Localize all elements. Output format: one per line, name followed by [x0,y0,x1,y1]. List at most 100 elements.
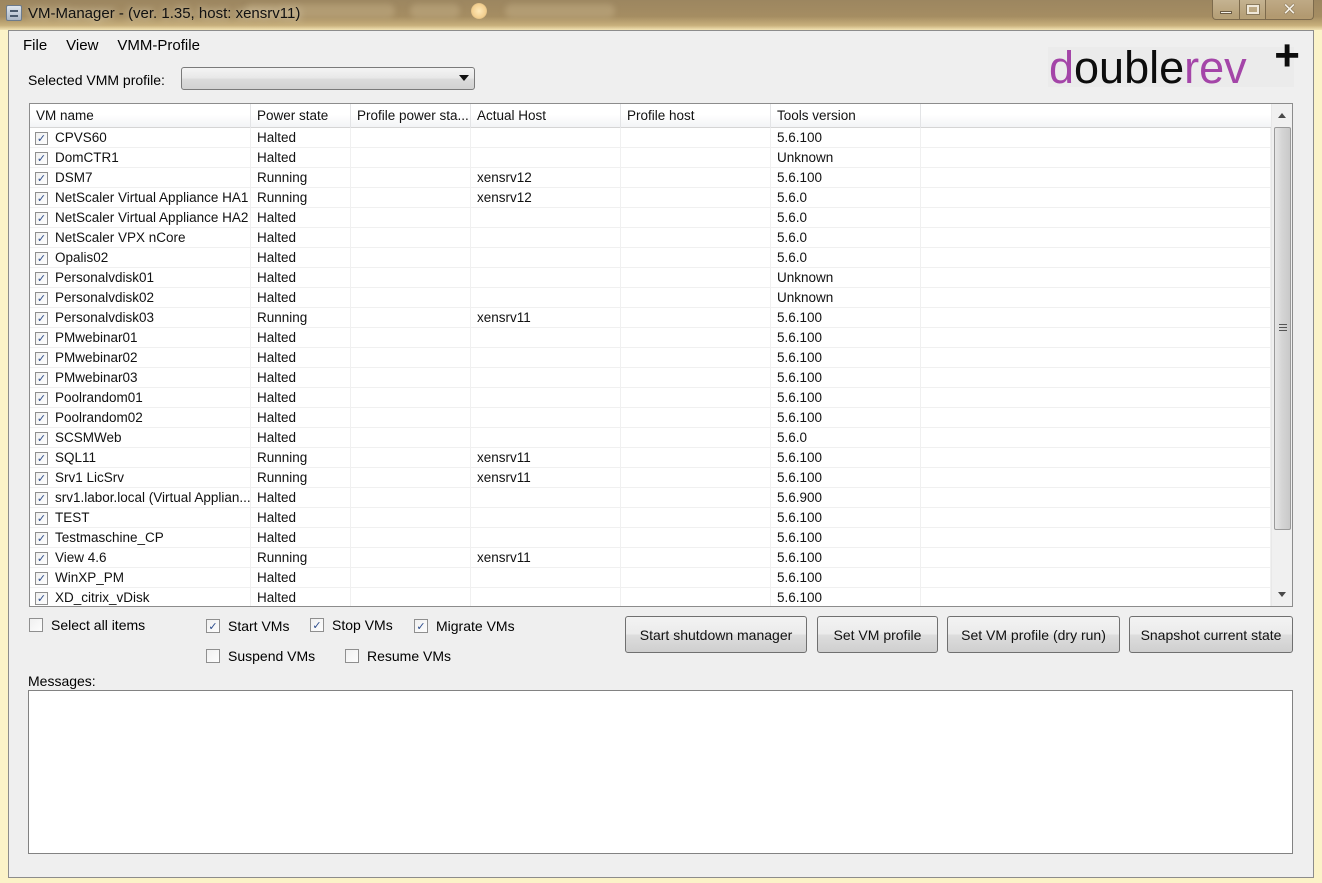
vm-name-cell[interactable]: ✓ PMwebinar01 [30,328,251,348]
vm-name-cell[interactable]: ✓ CPVS60 [30,128,251,148]
row-checkbox[interactable]: ✓ [35,391,48,405]
table-row[interactable]: ✓ NetScaler Virtual Appliance HA1 Running x… [30,188,1271,208]
table-row[interactable]: ✓ SQL11 Running xensrv11 5.6.100 [30,448,1271,468]
row-checkbox[interactable]: ✓ [35,271,48,285]
row-checkbox[interactable]: ✓ [35,311,48,325]
vm-name-cell[interactable]: ✓ SQL11 [30,448,251,468]
vm-name-cell[interactable]: ✓ WinXP_PM [30,568,251,588]
vm-name-cell[interactable]: ✓ Opalis02 [30,248,251,268]
row-checkbox[interactable]: ✓ [35,451,48,465]
column-header-profile-host[interactable]: Profile host [621,104,771,128]
checkbox-box[interactable]: ✓ [29,618,43,632]
scroll-down-arrow-icon[interactable] [1275,586,1289,602]
row-checkbox[interactable]: ✓ [35,211,48,225]
column-header-tools-version[interactable]: Tools version [771,104,921,128]
table-row[interactable]: ✓ Srv1 LicSrv Running xensrv11 5.6.100 [30,468,1271,488]
table-row[interactable]: ✓ Personalvdisk02 Halted Unknown [30,288,1271,308]
column-header-profile-power-state[interactable]: Profile power sta... [351,104,471,128]
row-checkbox[interactable]: ✓ [35,411,48,425]
table-row[interactable]: ✓ Poolrandom01 Halted 5.6.100 [30,388,1271,408]
checkbox-box[interactable]: ✓ [206,619,220,633]
vm-name-cell[interactable]: ✓ DSM7 [30,168,251,188]
migrate-vms-checkbox[interactable]: ✓ Migrate VMs [414,618,515,634]
row-checkbox[interactable]: ✓ [35,251,48,265]
table-row[interactable]: ✓ DomCTR1 Halted Unknown [30,148,1271,168]
snapshot-current-state-button[interactable]: Snapshot current state [1129,616,1293,653]
start-shutdown-manager-button[interactable]: Start shutdown manager [625,616,807,653]
table-row[interactable]: ✓ CPVS60 Halted 5.6.100 [30,128,1271,148]
menu-file[interactable]: File [16,34,54,58]
row-checkbox[interactable]: ✓ [35,291,48,305]
vm-name-cell[interactable]: ✓ Personalvdisk03 [30,308,251,328]
row-checkbox[interactable]: ✓ [35,491,48,505]
checkbox-box[interactable]: ✓ [206,649,220,663]
row-checkbox[interactable]: ✓ [35,471,48,485]
table-row[interactable]: ✓ PMwebinar03 Halted 5.6.100 [30,368,1271,388]
table-row[interactable]: ✓ PMwebinar01 Halted 5.6.100 [30,328,1271,348]
row-checkbox[interactable]: ✓ [35,551,48,565]
vmm-profile-dropdown[interactable] [181,67,475,90]
vm-name-cell[interactable]: ✓ srv1.labor.local (Virtual Applian... [30,488,251,508]
row-checkbox[interactable]: ✓ [35,591,48,605]
table-row[interactable]: ✓ XD_citrix_vDisk Halted 5.6.100 [30,588,1271,606]
table-row[interactable]: ✓ Opalis02 Halted 5.6.0 [30,248,1271,268]
row-checkbox[interactable]: ✓ [35,431,48,445]
table-row[interactable]: ✓ srv1.labor.local (Virtual Applian... Hal… [30,488,1271,508]
set-vm-profile-dry-run-button[interactable]: Set VM profile (dry run) [947,616,1120,653]
vm-name-cell[interactable]: ✓ NetScaler Virtual Appliance HA1 [30,188,251,208]
table-row[interactable]: ✓ DSM7 Running xensrv12 5.6.100 [30,168,1271,188]
vertical-scrollbar[interactable] [1271,104,1292,606]
vm-name-cell[interactable]: ✓ Srv1 LicSrv [30,468,251,488]
select-all-checkbox[interactable]: ✓ Select all items [29,617,145,633]
messages-textarea[interactable] [28,690,1293,854]
close-button[interactable]: ✕ [1266,0,1314,20]
table-row[interactable]: ✓ View 4.6 Running xensrv11 5.6.100 [30,548,1271,568]
scrollbar-thumb[interactable] [1274,127,1291,530]
vm-name-cell[interactable]: ✓ Poolrandom01 [30,388,251,408]
row-checkbox[interactable]: ✓ [35,171,48,185]
vm-name-cell[interactable]: ✓ Testmaschine_CP [30,528,251,548]
start-vms-checkbox[interactable]: ✓ Start VMs [206,618,289,634]
checkbox-box[interactable]: ✓ [345,649,359,663]
vm-name-cell[interactable]: ✓ DomCTR1 [30,148,251,168]
table-row[interactable]: ✓ WinXP_PM Halted 5.6.100 [30,568,1271,588]
row-checkbox[interactable]: ✓ [35,331,48,345]
vm-name-cell[interactable]: ✓ Poolrandom02 [30,408,251,428]
column-header-power-state[interactable]: Power state [251,104,351,128]
row-checkbox[interactable]: ✓ [35,511,48,525]
row-checkbox[interactable]: ✓ [35,131,48,145]
menu-view[interactable]: View [59,34,105,58]
scroll-up-arrow-icon[interactable] [1275,108,1289,124]
row-checkbox[interactable]: ✓ [35,351,48,365]
vm-name-cell[interactable]: ✓ View 4.6 [30,548,251,568]
vm-name-cell[interactable]: ✓ SCSMWeb [30,428,251,448]
row-checkbox[interactable]: ✓ [35,571,48,585]
table-row[interactable]: ✓ Personalvdisk03 Running xensrv11 5.6.100 [30,308,1271,328]
vm-name-cell[interactable]: ✓ XD_citrix_vDisk [30,588,251,606]
checkbox-box[interactable]: ✓ [414,619,428,633]
vm-name-cell[interactable]: ✓ NetScaler VPX nCore [30,228,251,248]
set-vm-profile-button[interactable]: Set VM profile [817,616,938,653]
table-row[interactable]: ✓ TEST Halted 5.6.100 [30,508,1271,528]
row-checkbox[interactable]: ✓ [35,231,48,245]
row-checkbox[interactable]: ✓ [35,151,48,165]
table-row[interactable]: ✓ Testmaschine_CP Halted 5.6.100 [30,528,1271,548]
maximize-button[interactable] [1240,0,1266,20]
row-checkbox[interactable]: ✓ [35,191,48,205]
vm-name-cell[interactable]: ✓ PMwebinar02 [30,348,251,368]
table-row[interactable]: ✓ Poolrandom02 Halted 5.6.100 [30,408,1271,428]
vm-name-cell[interactable]: ✓ Personalvdisk02 [30,288,251,308]
table-row[interactable]: ✓ SCSMWeb Halted 5.6.0 [30,428,1271,448]
column-header-actual-host[interactable]: Actual Host [471,104,621,128]
menu-vmm-profile[interactable]: VMM-Profile [110,34,207,58]
checkbox-box[interactable]: ✓ [310,618,324,632]
table-row[interactable]: ✓ NetScaler Virtual Appliance HA2 Halted 5.… [30,208,1271,228]
column-header-vm-name[interactable]: VM name [30,104,251,128]
vm-name-cell[interactable]: ✓ Personalvdisk01 [30,268,251,288]
stop-vms-checkbox[interactable]: ✓ Stop VMs [310,617,393,633]
suspend-vms-checkbox[interactable]: ✓ Suspend VMs [206,648,315,664]
vm-name-cell[interactable]: ✓ TEST [30,508,251,528]
row-checkbox[interactable]: ✓ [35,531,48,545]
vm-name-cell[interactable]: ✓ NetScaler Virtual Appliance HA2 [30,208,251,228]
vm-name-cell[interactable]: ✓ PMwebinar03 [30,368,251,388]
